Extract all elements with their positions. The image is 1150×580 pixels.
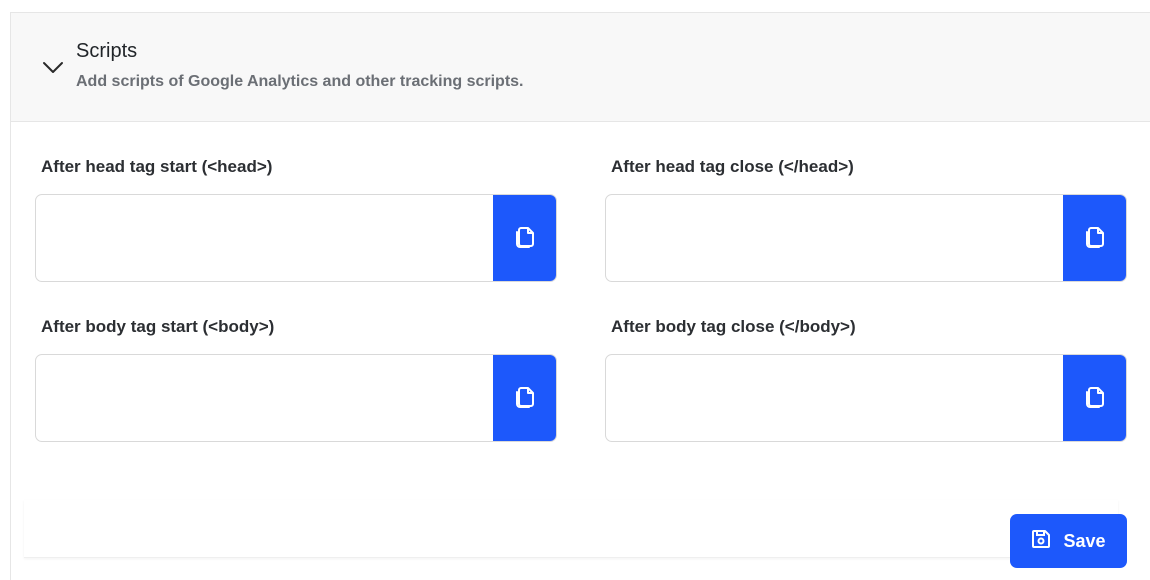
head-start-field bbox=[35, 194, 557, 282]
scripts-section-header[interactable]: Scripts Add scripts of Google Analytics … bbox=[11, 13, 1150, 122]
copy-head-start-button[interactable] bbox=[493, 195, 556, 281]
body-start-label: After body tag start (<body>) bbox=[41, 317, 275, 336]
body-close-label: After body tag close (</body>) bbox=[611, 317, 856, 336]
head-start-input[interactable] bbox=[36, 195, 495, 281]
copy-icon bbox=[1084, 384, 1106, 413]
save-bar bbox=[24, 500, 1118, 558]
head-close-label: After head tag close (</head>) bbox=[611, 157, 854, 176]
body-close-input[interactable] bbox=[606, 355, 1065, 441]
copy-body-close-button[interactable] bbox=[1063, 355, 1126, 441]
copy-icon bbox=[514, 224, 536, 253]
head-start-label: After head tag start (<head>) bbox=[41, 157, 273, 176]
copy-body-start-button[interactable] bbox=[493, 355, 556, 441]
head-close-input[interactable] bbox=[606, 195, 1065, 281]
save-button[interactable]: Save bbox=[1010, 514, 1127, 568]
floppy-disk-icon bbox=[1031, 529, 1051, 554]
copy-head-close-button[interactable] bbox=[1063, 195, 1126, 281]
copy-icon bbox=[514, 384, 536, 413]
chevron-down-icon[interactable] bbox=[41, 59, 65, 75]
scripts-panel: Scripts Add scripts of Google Analytics … bbox=[10, 12, 1150, 580]
head-close-field bbox=[605, 194, 1127, 282]
section-title: Scripts bbox=[76, 40, 138, 62]
save-label: Save bbox=[1063, 530, 1106, 551]
body-start-input[interactable] bbox=[36, 355, 495, 441]
copy-icon bbox=[1084, 224, 1106, 253]
section-subtitle: Add scripts of Google Analytics and othe… bbox=[76, 73, 524, 90]
body-start-field bbox=[35, 354, 557, 442]
body-close-field bbox=[605, 354, 1127, 442]
